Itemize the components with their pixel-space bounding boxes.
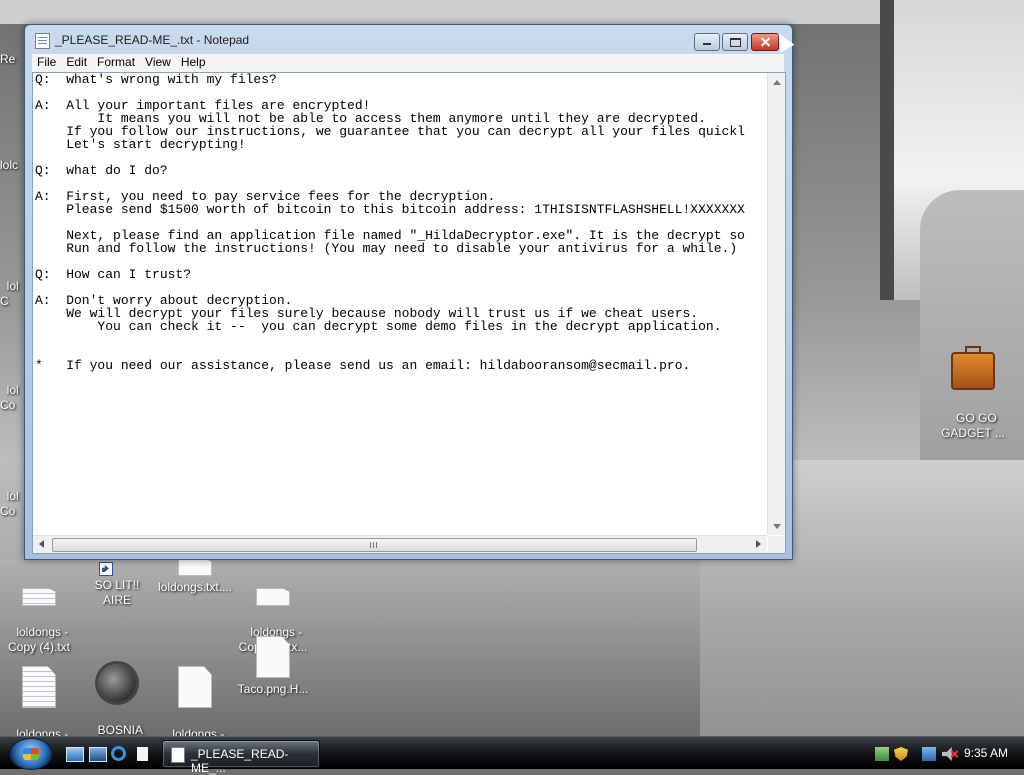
minimize-button[interactable]	[694, 33, 720, 51]
minesweeper-icon	[98, 664, 136, 702]
desktop-icon-file[interactable]: Taco.png.H...	[236, 636, 310, 697]
taskbar-button-label: _PLEASE_READ-ME_...	[191, 747, 289, 775]
notepad-window[interactable]: _PLEASE_READ-ME_.txt - Notepad File Edit F…	[24, 24, 793, 560]
horizontal-scroll-thumb[interactable]	[52, 538, 697, 552]
scroll-up-icon[interactable]	[773, 80, 781, 85]
desktop-icon-label: Re	[0, 52, 16, 66]
desktop-icon-gadget[interactable]: GO GO GADGET ...	[936, 318, 1010, 441]
text-editor[interactable]: Q: what's wrong with my files? A: All yo…	[32, 72, 786, 554]
desktop-icon-label: GO GO GADGET ...	[941, 411, 1005, 440]
text-file-icon	[22, 666, 56, 708]
menu-edit[interactable]: Edit	[61, 54, 92, 69]
desktop-icon-partial[interactable]: lol Co	[0, 474, 24, 519]
menu-format[interactable]: Format	[92, 54, 140, 69]
switch-windows-icon[interactable]	[89, 747, 107, 762]
wallpaper-top	[0, 0, 880, 24]
desktop-icon-label: Taco.png.H...	[237, 682, 309, 696]
desktop-icon-label: lol C	[0, 279, 19, 308]
briefcase-icon	[951, 346, 995, 390]
file-icon	[178, 558, 212, 576]
scroll-right-icon[interactable]	[756, 540, 761, 548]
vertical-scrollbar[interactable]	[767, 73, 785, 535]
menu-view[interactable]: View	[140, 54, 176, 69]
desktop-icon-file[interactable]: loldongs.txt....	[158, 558, 232, 595]
network-status-icon[interactable]	[922, 747, 936, 761]
title-bar[interactable]: _PLEASE_READ-ME_.txt - Notepad	[25, 25, 792, 53]
taskbar: _PLEASE_READ-ME_... 9:35 AM	[0, 736, 1024, 775]
menu-file[interactable]: File	[32, 54, 61, 69]
scroll-left-icon[interactable]	[39, 540, 44, 548]
mute-icon	[950, 750, 958, 758]
horizontal-scrollbar[interactable]	[33, 535, 767, 553]
internet-explorer-icon[interactable]	[111, 746, 126, 761]
network-icon[interactable]	[875, 747, 889, 761]
desktop-icon-partial[interactable]: lol Co	[0, 368, 24, 413]
clock[interactable]: 9:35 AM	[964, 746, 1008, 760]
desktop-icon-label: lol Co	[0, 383, 19, 412]
scroll-down-icon[interactable]	[773, 524, 781, 529]
desktop-icon-label: loldongs.txt....	[158, 580, 233, 594]
show-desktop-icon[interactable]	[66, 747, 84, 762]
taskbar-notepad-button[interactable]: _PLEASE_READ-ME_...	[162, 740, 320, 775]
menu-help[interactable]: Help	[176, 54, 211, 69]
security-shield-icon[interactable]	[894, 747, 908, 761]
menu-bar: File Edit Format View Help	[32, 54, 784, 72]
text-file-icon	[22, 588, 56, 606]
desktop-icon-label: SO LIT!! AIRE	[94, 578, 140, 607]
file-icon	[256, 636, 290, 678]
desktop-icon-partial[interactable]: lolc	[0, 158, 24, 173]
file-shortcut-icon[interactable]	[137, 747, 148, 761]
desktop-icon-partial[interactable]: Re	[0, 52, 24, 67]
resize-grip[interactable]	[768, 536, 785, 553]
start-button[interactable]	[9, 738, 53, 770]
shortcut-icon	[99, 558, 133, 576]
desktop-icon-label: lol Co	[0, 489, 19, 518]
file-icon	[178, 666, 212, 708]
notepad-icon	[35, 33, 50, 49]
document-text[interactable]: Q: what's wrong with my files? A: All yo…	[35, 73, 767, 533]
desktop-icon-label: lolc	[0, 158, 19, 172]
desktop-icon-shortcut[interactable]: SO LIT!! AIRE	[80, 558, 154, 608]
maximize-button[interactable]	[722, 33, 748, 51]
file-icon	[256, 588, 290, 606]
window-title: _PLEASE_READ-ME_.txt - Notepad	[55, 33, 250, 47]
notepad-icon	[171, 747, 185, 763]
desktop-icon-partial[interactable]: lol C	[0, 264, 24, 309]
